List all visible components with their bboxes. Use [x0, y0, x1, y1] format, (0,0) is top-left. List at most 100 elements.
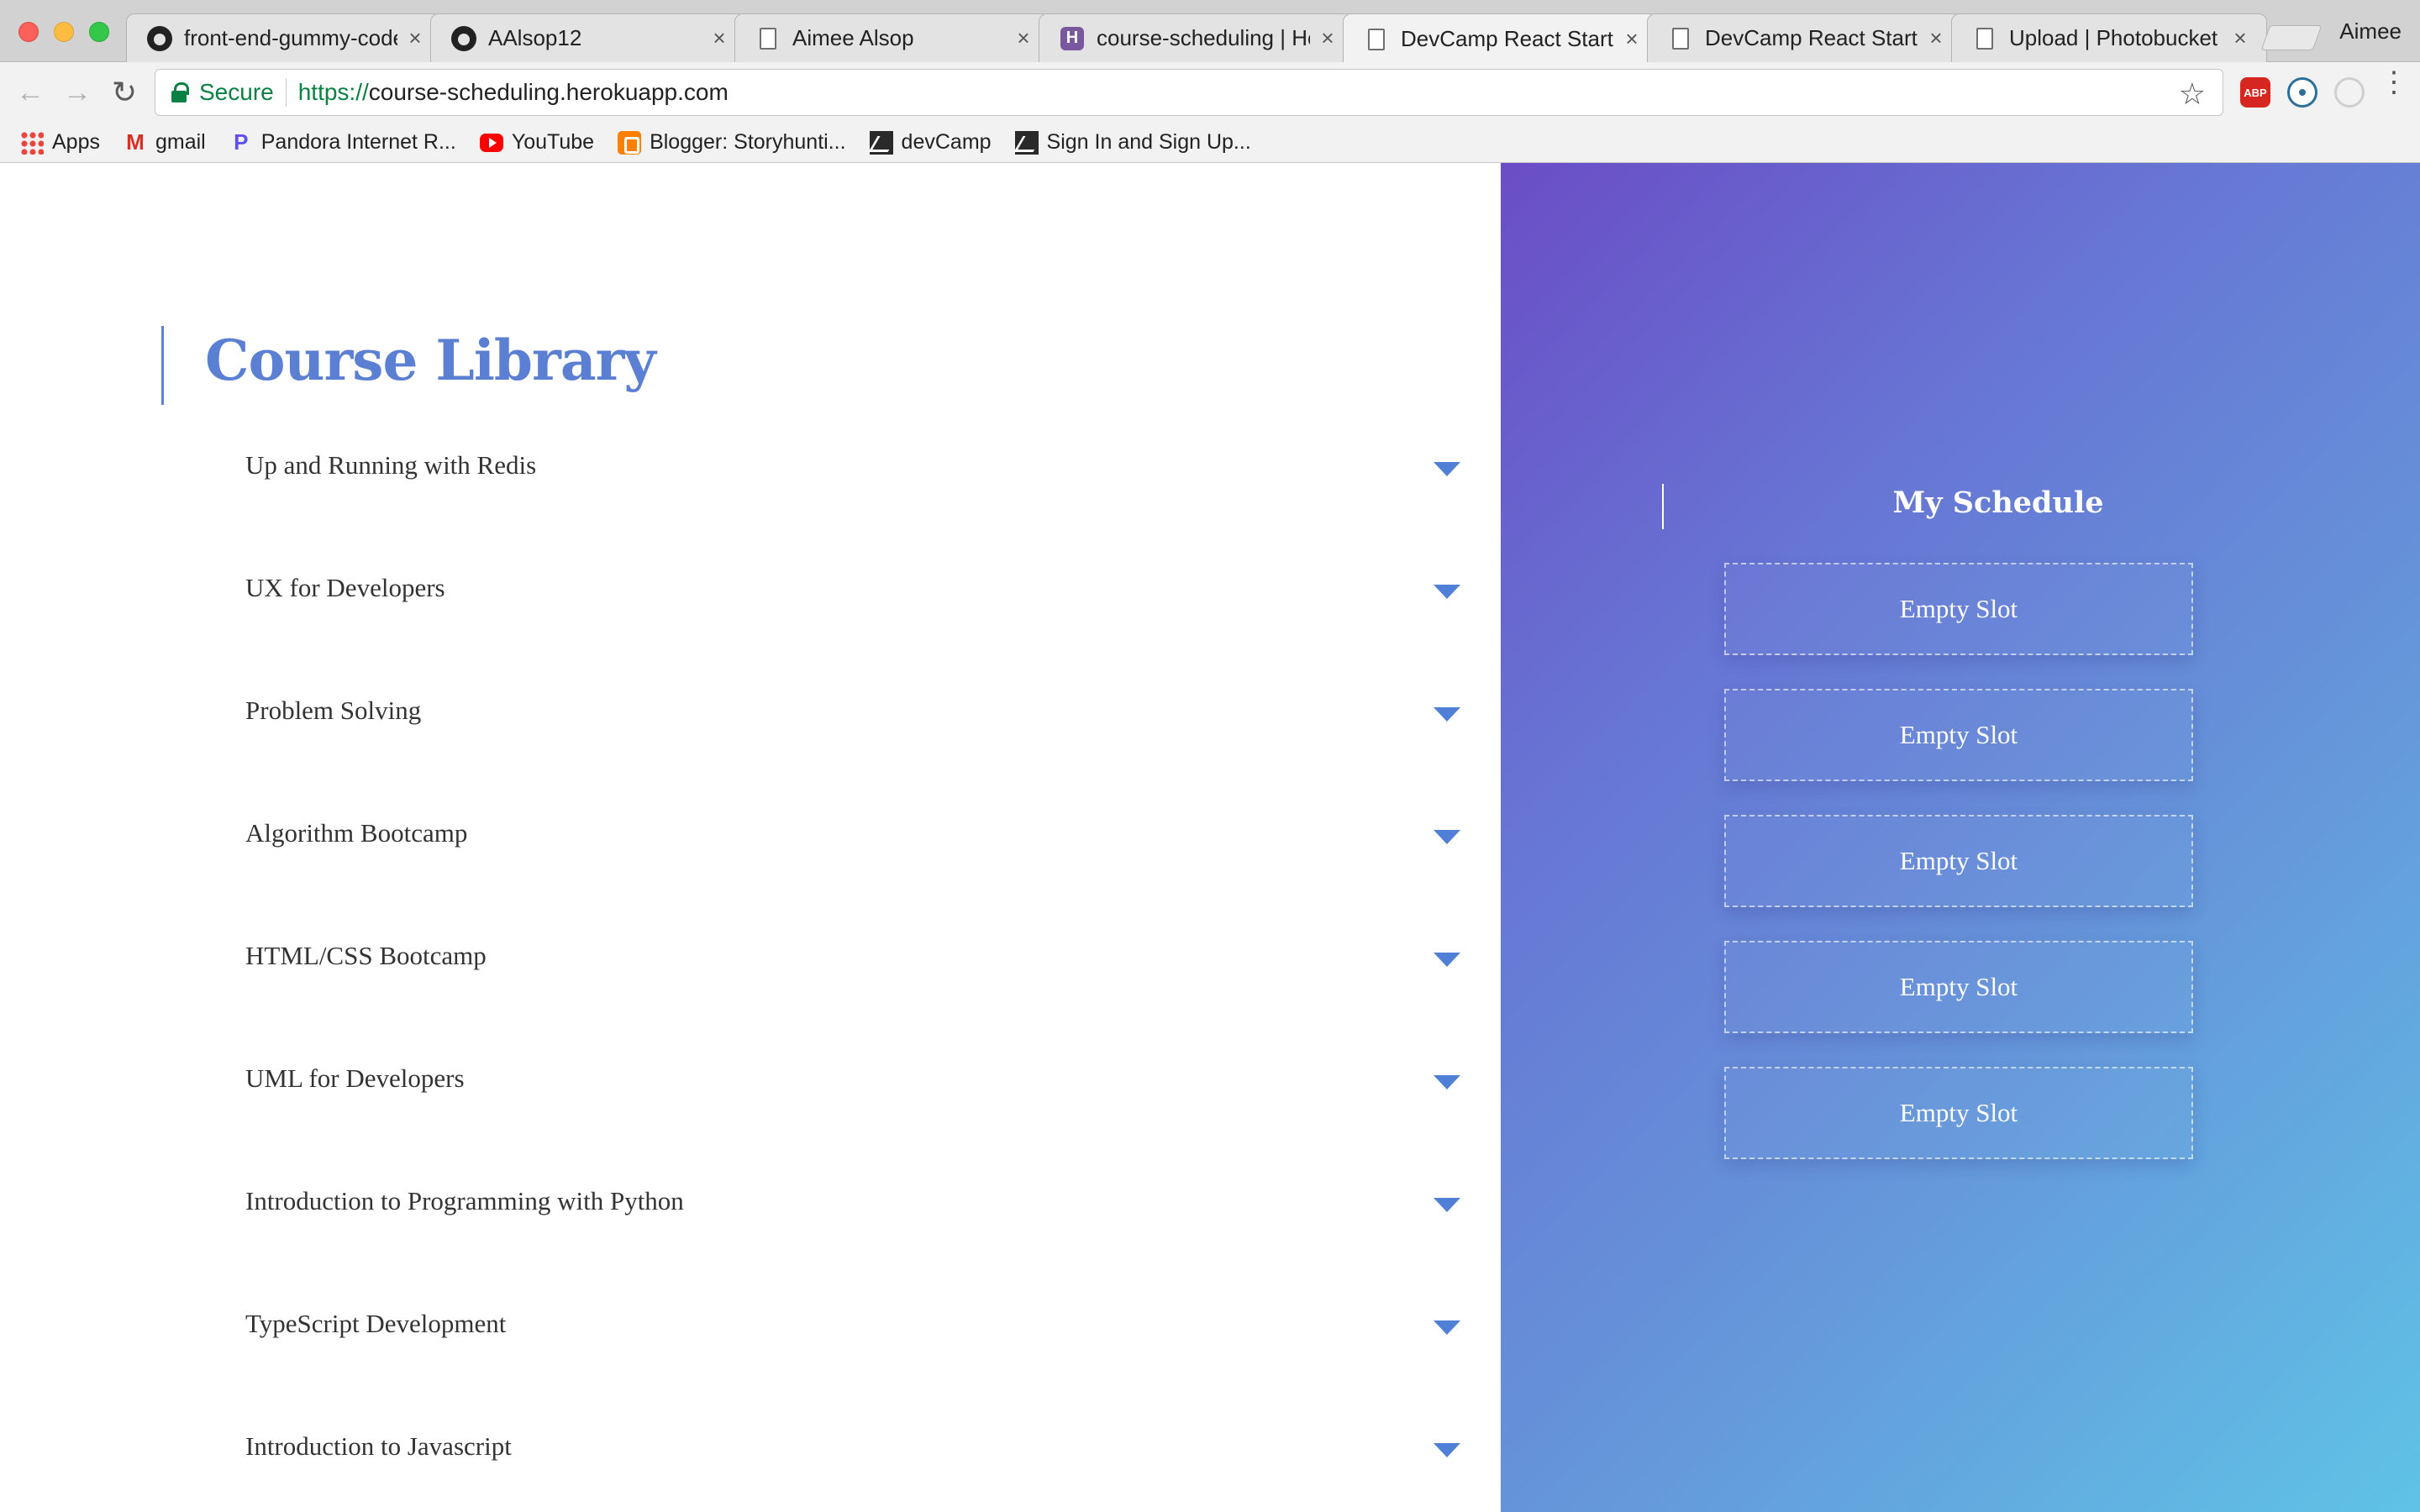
close-window-button[interactable] [18, 22, 39, 42]
gmail-icon: M [126, 129, 145, 155]
bookmarks-bar: Apps M gmail P Pandora Internet R... You… [0, 123, 2420, 163]
tab-title: AAlsop12 [488, 25, 582, 50]
forward-arrow-icon[interactable]: → [59, 74, 96, 111]
expand-caret-icon[interactable] [1434, 1198, 1460, 1212]
tab-title: DevCamp React Starter [1705, 25, 1918, 50]
bookmark-youtube[interactable]: YouTube [479, 130, 595, 155]
profile-button[interactable]: Aimee [2339, 18, 2402, 45]
adblock-icon[interactable]: ABP [2240, 77, 2270, 108]
bookmark-label: gmail [155, 130, 206, 154]
schedule-slot[interactable]: Empty Slot [1724, 941, 2193, 1033]
schedule-title: My Schedule [1892, 486, 2104, 520]
bookmark-apps[interactable]: Apps [20, 130, 100, 155]
bookmark-sign-in[interactable]: Sign In and Sign Up... [1014, 130, 1251, 155]
schedule-slot[interactable]: Empty Slot [1724, 815, 2193, 907]
expand-caret-icon[interactable] [1434, 1320, 1460, 1335]
course-name: Problem Solving [245, 696, 422, 725]
maximize-window-button[interactable] [89, 22, 109, 42]
course-item[interactable]: Problem Solving [0, 679, 1501, 801]
expand-caret-icon[interactable] [1434, 707, 1460, 722]
course-item[interactable]: Introduction to Javascript [0, 1415, 1501, 1512]
lock-icon [171, 82, 189, 102]
course-name: HTML/CSS Bootcamp [245, 941, 487, 970]
close-tab-icon[interactable]: × [1013, 25, 1034, 51]
close-tab-icon[interactable]: × [1925, 25, 1947, 51]
reload-icon[interactable]: ↻ [106, 74, 143, 111]
close-tab-icon[interactable]: × [2229, 25, 2251, 51]
course-name: Algorithm Bootcamp [245, 818, 468, 848]
course-item[interactable]: TypeScript Development [0, 1292, 1501, 1415]
react-devtools-icon[interactable] [2287, 77, 2317, 108]
bookmark-star-icon[interactable]: ☆ [2179, 76, 2206, 112]
apps-grid-icon [20, 130, 44, 155]
browser-titlebar: front-end-gummy-code × AAlsop12 × Aimee … [0, 0, 2420, 64]
browser-tab[interactable]: Upload | Photobucket × [1951, 13, 2267, 62]
tab-strip: front-end-gummy-code × AAlsop12 × Aimee … [126, 13, 2311, 64]
course-item[interactable]: UML for Developers [0, 1047, 1501, 1169]
course-name: Introduction to Javascript [245, 1431, 512, 1461]
pandora-icon: P [229, 129, 253, 155]
bookmark-devcamp[interactable]: devCamp [869, 130, 992, 155]
tab-title: course-scheduling | Heroku [1097, 25, 1310, 50]
extension-icon[interactable] [2334, 77, 2365, 108]
url-scheme: https:// [297, 79, 369, 105]
title-accent-bar [161, 326, 164, 405]
browser-toolbar: ← → ↻ Secure https:// course-scheduling.… [0, 62, 2420, 123]
schedule-slot[interactable]: Empty Slot [1724, 1067, 2193, 1159]
bookmark-blogger[interactable]: Blogger: Storyhunti... [618, 130, 846, 155]
web-page: Course Library Up and Running with Redis… [0, 163, 2420, 1512]
url-host: course-scheduling.herokuapp.com [368, 79, 729, 105]
bookmark-gmail[interactable]: M gmail [124, 129, 206, 155]
bookmark-label: Pandora Internet R... [260, 130, 456, 154]
browser-tab[interactable]: H course-scheduling | Heroku × [1039, 13, 1355, 62]
address-bar[interactable]: Secure https:// course-scheduling.heroku… [155, 69, 2223, 116]
close-tab-icon[interactable]: × [1621, 26, 1643, 52]
course-name: UML for Developers [245, 1063, 465, 1093]
course-name: UX for Developers [245, 573, 445, 602]
minimize-window-button[interactable] [54, 22, 74, 42]
github-icon [451, 25, 476, 51]
secure-label: Secure [199, 79, 274, 105]
course-name: Up and Running with Redis [245, 450, 537, 480]
close-tab-icon[interactable]: × [404, 25, 426, 51]
browser-tab[interactable]: front-end-gummy-code × [126, 13, 442, 62]
back-arrow-icon[interactable]: ← [12, 74, 49, 111]
browser-tab-active[interactable]: DevCamp React Starter × [1343, 13, 1659, 64]
course-item[interactable]: Up and Running with Redis [0, 433, 1501, 556]
expand-caret-icon[interactable] [1434, 953, 1460, 967]
new-tab-button[interactable] [2260, 25, 2323, 50]
youtube-icon [479, 133, 503, 152]
blogger-icon [618, 130, 642, 155]
browser-tab[interactable]: AAlsop12 × [430, 13, 746, 62]
schedule-slot[interactable]: Empty Slot [1724, 689, 2193, 781]
expand-caret-icon[interactable] [1434, 1443, 1460, 1457]
document-icon [1364, 27, 1389, 52]
schedule-slot[interactable]: Empty Slot [1724, 563, 2193, 655]
document-icon [1972, 26, 1997, 51]
tab-title: Aimee Alsop [792, 25, 914, 50]
browser-tab[interactable]: DevCamp React Starter × [1647, 13, 1963, 62]
document-icon [1668, 26, 1693, 51]
course-library-panel: Course Library Up and Running with Redis… [0, 163, 1501, 1512]
close-tab-icon[interactable]: × [1317, 25, 1339, 51]
close-tab-icon[interactable]: × [708, 25, 730, 51]
browser-tab[interactable]: Aimee Alsop × [734, 13, 1050, 62]
expand-caret-icon[interactable] [1434, 830, 1460, 844]
address-divider [285, 78, 287, 107]
course-item[interactable]: Introduction to Programming with Python [0, 1169, 1501, 1292]
bookmark-label: Sign In and Sign Up... [1046, 130, 1251, 154]
devcamp-icon [869, 130, 893, 155]
expand-caret-icon[interactable] [1434, 585, 1460, 599]
devcamp-icon [1014, 130, 1039, 155]
expand-caret-icon[interactable] [1434, 462, 1460, 476]
tab-title: DevCamp React Starter [1401, 26, 1614, 51]
tab-title: Upload | Photobucket [2009, 25, 2218, 50]
bookmark-pandora[interactable]: P Pandora Internet R... [229, 129, 456, 155]
course-item[interactable]: HTML/CSS Bootcamp [0, 924, 1501, 1047]
course-item[interactable]: UX for Developers [0, 556, 1501, 679]
more-menu-icon[interactable]: ⋮ [2380, 68, 2408, 97]
bookmark-label: YouTube [511, 130, 595, 154]
expand-caret-icon[interactable] [1434, 1075, 1460, 1089]
tab-title: front-end-gummy-code [184, 25, 397, 50]
course-item[interactable]: Algorithm Bootcamp [0, 801, 1501, 924]
